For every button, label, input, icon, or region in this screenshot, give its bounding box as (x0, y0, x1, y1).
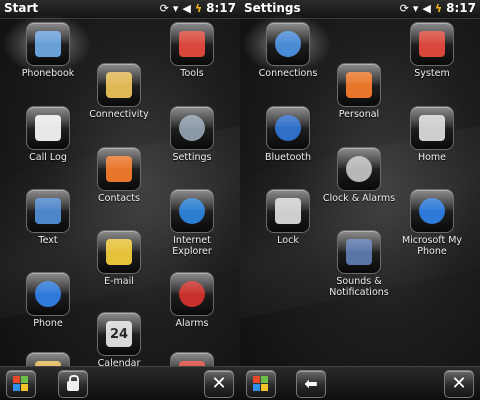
sync-icon: ⟳ (399, 1, 409, 15)
tools-icon (170, 22, 214, 66)
phonebook-icon (26, 22, 70, 66)
battery-charging-icon: ϟ (194, 1, 203, 15)
padlock-shackle (69, 375, 79, 384)
screen-title: Settings (244, 1, 301, 15)
tile-personal[interactable]: Personal (319, 63, 399, 120)
connectivity-icon (97, 63, 141, 107)
tile-label: Contacts (98, 193, 140, 204)
tile-label: Settings (172, 152, 212, 163)
internet-explorer-icon (170, 189, 214, 233)
phone-icon (26, 272, 70, 316)
taskbar: ✕ (0, 366, 240, 400)
calendar-date: 24 (106, 321, 132, 347)
speaker-icon (337, 230, 381, 274)
close-button[interactable]: ✕ (444, 370, 474, 398)
tile-call-log[interactable]: Call Log (8, 106, 88, 163)
start-button[interactable] (246, 370, 276, 398)
tile-label: Connections (258, 68, 318, 79)
tile-label: Bluetooth (264, 152, 312, 163)
tile-system[interactable]: System (392, 22, 472, 79)
lock-icon (266, 189, 310, 233)
settings-screen: Settings ⟳ ▾ ◀ ϟ 8:17 Connections Blueto… (240, 0, 480, 400)
tile-email[interactable]: E-mail (79, 230, 159, 287)
tile-label: Text (38, 235, 58, 246)
tile-phonebook[interactable]: Phonebook (8, 22, 88, 79)
personal-icon (337, 63, 381, 107)
tile-phone[interactable]: Phone (8, 272, 88, 329)
calendar-icon: 24 (97, 312, 141, 356)
tile-label: Call Log (29, 152, 67, 163)
tile-calendar[interactable]: 24 Calendar (79, 312, 159, 369)
speaker-icon: ◀ (422, 1, 431, 15)
sync-icon: ⟳ (159, 1, 169, 15)
tile-microsoft-my-phone[interactable]: Microsoft My Phone (392, 189, 472, 257)
windows-logo-icon (13, 376, 29, 391)
tile-label: Personal (338, 109, 380, 120)
house-icon (410, 106, 454, 150)
tile-label: System (414, 68, 450, 79)
tile-contacts[interactable]: Contacts (79, 147, 159, 204)
taskbar: ⬅ ✕ (240, 366, 480, 400)
screen-title: Start (4, 1, 39, 15)
bluetooth-icon (266, 106, 310, 150)
tile-label: Phonebook (21, 68, 75, 79)
tile-label: Microsoft My Phone (401, 235, 463, 257)
battery-charging-icon: ϟ (434, 1, 443, 15)
tile-home[interactable]: Home (392, 106, 472, 163)
tile-label: Phone (33, 318, 63, 329)
back-button[interactable]: ⬅ (296, 370, 326, 398)
tile-clock-alarms[interactable]: Clock & Alarms (319, 147, 399, 204)
speaker-icon: ◀ (182, 1, 191, 15)
tile-label: Home (417, 152, 447, 163)
tile-label: Clock & Alarms (322, 193, 396, 204)
tile-label: Sounds & Notifications (329, 276, 389, 298)
gear-icon (170, 106, 214, 150)
my-phone-icon (410, 189, 454, 233)
status-icons[interactable]: ⟳ ▾ ◀ ϟ 8:17 (160, 1, 236, 15)
signal-icon: ▾ (172, 1, 179, 15)
tile-internet-explorer[interactable]: Internet Explorer (152, 189, 232, 257)
close-icon: ✕ (451, 373, 467, 394)
tile-connectivity[interactable]: Connectivity (79, 63, 159, 120)
email-icon (97, 230, 141, 274)
globe-icon (266, 22, 310, 66)
tile-label: Alarms (175, 318, 209, 329)
alarm-clock-icon (170, 272, 214, 316)
call-log-icon (26, 106, 70, 150)
back-arrow-icon: ⬅ (304, 374, 318, 393)
tile-alarms[interactable]: Alarms (152, 272, 232, 329)
close-button[interactable]: ✕ (204, 370, 234, 398)
windows-logo-icon (253, 376, 269, 391)
start-screen: Start ⟳ ▾ ◀ ϟ 8:17 Phonebook Call Log Te… (0, 0, 240, 400)
clock-time: 8:17 (206, 1, 236, 15)
tile-tools[interactable]: Tools (152, 22, 232, 79)
tile-connections[interactable]: Connections (248, 22, 328, 79)
text-message-icon (26, 189, 70, 233)
tile-label: E-mail (104, 276, 134, 287)
close-icon: ✕ (211, 373, 227, 394)
tile-bluetooth[interactable]: Bluetooth (248, 106, 328, 163)
clock-icon (337, 147, 381, 191)
contacts-icon (97, 147, 141, 191)
tile-label: Lock (277, 235, 299, 246)
tile-label: Connectivity (89, 109, 149, 120)
lock-button[interactable] (58, 370, 88, 398)
tile-settings[interactable]: Settings (152, 106, 232, 163)
tile-lock[interactable]: Lock (248, 189, 328, 246)
system-icon (410, 22, 454, 66)
tile-label: Internet Explorer (172, 235, 212, 257)
start-button[interactable] (6, 370, 36, 398)
signal-icon: ▾ (412, 1, 419, 15)
tile-sounds-notifications[interactable]: Sounds & Notifications (319, 230, 399, 298)
tile-label: Tools (180, 68, 204, 79)
status-icons[interactable]: ⟳ ▾ ◀ ϟ 8:17 (400, 1, 476, 15)
clock-time: 8:17 (446, 1, 476, 15)
tile-text[interactable]: Text (8, 189, 88, 246)
